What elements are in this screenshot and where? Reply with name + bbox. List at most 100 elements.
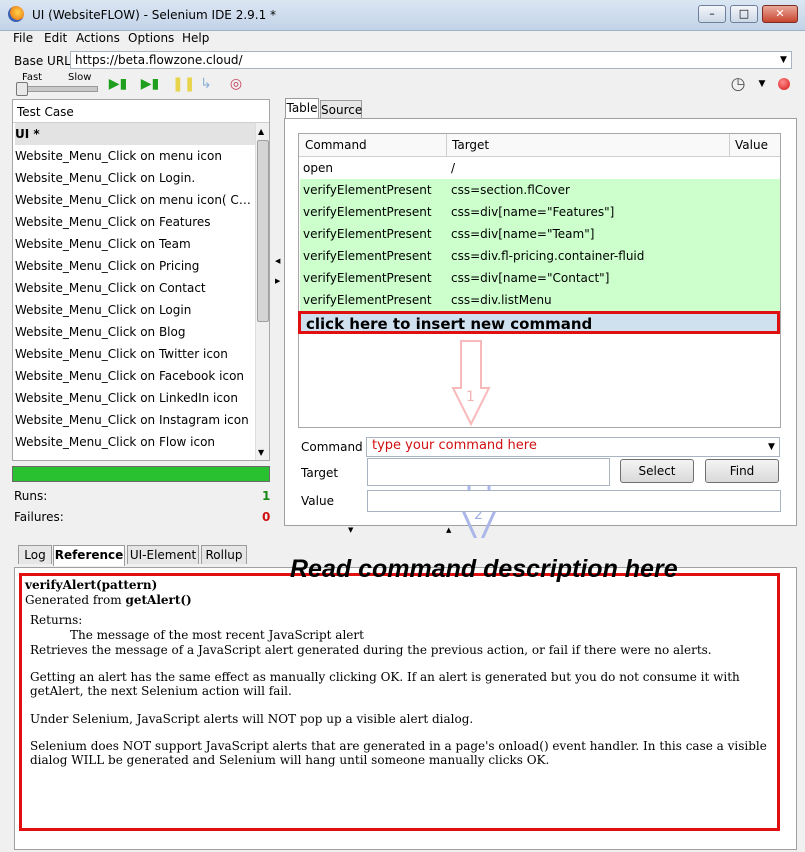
test-case-item[interactable]: Website_Menu_Click on Facebook icon [15,365,255,387]
test-case-header: Test Case [13,100,269,123]
step-icon[interactable]: ↳ [196,75,216,93]
menu-help[interactable]: Help [182,31,209,45]
command-cell: verifyElementPresent [303,293,432,307]
column-header-command[interactable]: Command [305,138,367,152]
clock-icon[interactable]: ◷ [728,75,748,93]
menu-actions[interactable]: Actions [76,31,120,45]
test-case-item[interactable]: Website_Menu_Click on Pricing [15,255,255,277]
menu-file[interactable]: File [13,31,33,45]
chevron-up-icon[interactable]: ▲ [446,526,451,534]
tab-source[interactable]: Source [320,100,362,119]
command-row[interactable]: verifyElementPresent css=div[name="Featur… [300,201,780,223]
speed-slider-handle[interactable] [16,82,28,96]
reference-returns-label: Returns: [30,613,83,627]
rollup-icon[interactable]: ◎ [226,75,246,93]
test-case-item[interactable]: Website_Menu_Click on Team [15,233,255,255]
command-row[interactable]: verifyElementPresent css=div[name="Team"] [300,223,780,245]
command-cell: open [303,161,333,175]
test-case-item[interactable]: Website_Menu_Click on Flow icon [15,431,255,453]
test-case-item[interactable]: Website_Menu_Click on Login [15,299,255,321]
record-icon[interactable] [778,78,790,90]
reference-paragraph: Retrieves the message of a JavaScript al… [30,643,712,657]
menu-bar: File Edit Actions Options Help [0,29,805,49]
maximize-button[interactable]: □ [730,5,758,23]
menu-edit[interactable]: Edit [44,31,67,45]
insert-command-hint: click here to insert new command [306,315,593,333]
tab-reference[interactable]: Reference [53,545,125,566]
test-case-item[interactable]: Website_Menu_Click on Twitter icon [15,343,255,365]
tab-rollup[interactable]: Rollup [201,545,247,564]
reference-generated-prefix: Generated from [25,593,126,607]
target-input[interactable] [367,458,610,486]
target-cell: css=div.listMenu [451,293,552,307]
annotation-number-1: 1 [466,389,475,405]
chevron-down-icon[interactable]: ▼ [768,442,775,452]
base-url-row: Base URL https://beta.flowzone.cloud/ ▼ [0,50,805,72]
tab-log[interactable]: Log [18,545,52,564]
command-input[interactable]: type your command here ▼ [366,437,780,457]
command-row[interactable]: verifyElementPresent css=section.flCover [300,179,780,201]
chevron-up-icon[interactable]: ▲ [258,127,264,136]
vertical-splitter[interactable]: ◀ ▶ [274,99,282,526]
reference-paragraph: Selenium does NOT support JavaScript ale… [30,739,767,767]
chevron-right-icon[interactable]: ▶ [275,277,280,285]
column-header-value[interactable]: Value [735,138,768,152]
test-case-item[interactable]: Website_Menu_Click on Features [15,211,255,233]
speed-slider-track[interactable] [18,86,98,92]
target-cell: css=div[name="Contact"] [451,271,610,285]
tab-table[interactable]: Table [285,98,319,119]
test-case-item[interactable]: Website_Menu_Click on menu icon( Color .… [15,189,255,211]
command-input-hint: type your command here [372,438,537,453]
play-suite-icon[interactable]: ▶▮ [108,75,128,93]
test-case-item[interactable]: Website_Menu_Click on Blog [15,321,255,343]
play-test-icon[interactable]: ▶▮ [140,75,160,93]
command-row[interactable]: verifyElementPresent css=div.listMenu [300,289,780,311]
column-header-target[interactable]: Target [452,138,489,152]
insert-command-row[interactable]: click here to insert new command [298,311,780,334]
minimize-button[interactable]: – [698,5,726,23]
progress-bar [12,466,270,482]
command-cell: verifyElementPresent [303,183,432,197]
command-cell: verifyElementPresent [303,227,432,241]
command-table: Command Target Value open / verifyElement… [298,133,781,428]
reference-returns-text: The message of the most recent JavaScrip… [70,628,364,642]
target-cell: css=div[name="Features"] [451,205,615,219]
target-cell: css=section.flCover [451,183,570,197]
value-label: Value [301,494,334,508]
test-case-item[interactable]: Website_Menu_Click on Instagram icon [15,409,255,431]
annotation-box [19,573,780,831]
test-case-header-label: Test Case [17,105,74,119]
command-table-header: Command Target Value [299,134,780,157]
target-cell: css=div[name="Team"] [451,227,595,241]
command-row[interactable]: verifyElementPresent css=div[name="Contac… [300,267,780,289]
target-label: Target [301,466,339,480]
base-url-input[interactable]: https://beta.flowzone.cloud/ [70,51,792,69]
close-button[interactable]: ✕ [762,5,798,23]
runs-label: Runs: [14,489,48,503]
test-case-scrollbar-thumb[interactable] [257,140,269,322]
test-case-item[interactable]: Website_Menu_Click on menu icon [15,145,255,167]
menu-options[interactable]: Options [128,31,174,45]
command-cell: verifyElementPresent [303,205,432,219]
test-case-item[interactable]: UI * [15,123,255,145]
chevron-down-icon[interactable]: ▼ [752,75,772,93]
find-button[interactable]: Find [705,459,779,483]
chevron-left-icon[interactable]: ◀ [275,257,280,265]
chevron-down-icon[interactable]: ▼ [348,526,353,534]
tab-ui-element[interactable]: UI-Element [127,545,199,564]
command-row[interactable]: verifyElementPresent css=div.fl-pricing.c… [300,245,780,267]
horizontal-splitter[interactable]: ▼ ▲ [0,526,805,536]
chevron-down-icon[interactable]: ▼ [258,448,264,457]
test-case-item[interactable]: Website_Menu_Click on Login. [15,167,255,189]
command-row[interactable]: open / [300,157,780,179]
test-case-item[interactable]: Website_Menu_Click on Contact [15,277,255,299]
value-input[interactable] [367,490,781,512]
test-case-item[interactable]: Website_Menu_Click on LinkedIn icon [15,387,255,409]
annotation-arrow-1 [451,340,491,427]
select-button[interactable]: Select [620,459,694,483]
chevron-down-icon[interactable]: ▼ [780,55,787,65]
target-cell: css=div.fl-pricing.container-fluid [451,249,645,263]
pause-icon[interactable]: ❚❚ [172,75,195,93]
reference-generated-from: getAlert() [125,593,192,607]
target-cell: / [451,161,456,175]
